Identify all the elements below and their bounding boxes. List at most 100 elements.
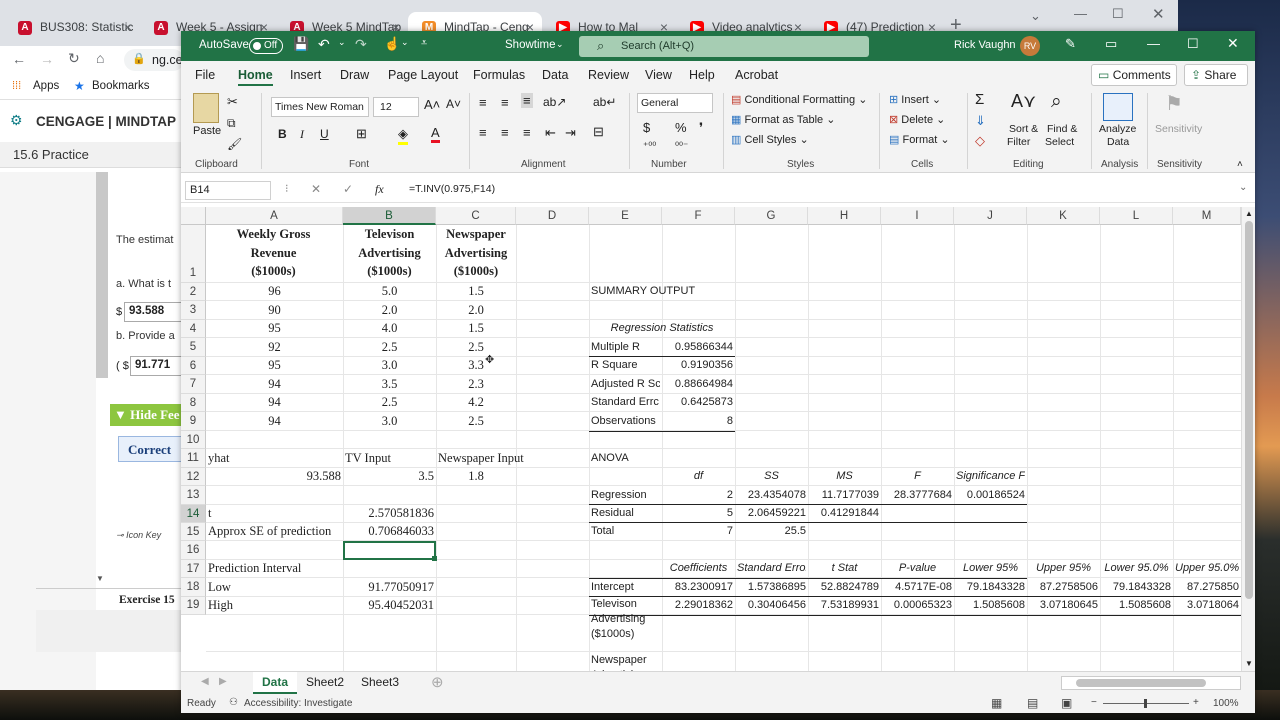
cell-a5[interactable]: 92: [208, 338, 341, 356]
increase-font-icon[interactable]: A˄: [424, 97, 440, 112]
cell-c4[interactable]: 1.5: [438, 319, 514, 337]
tab-draw[interactable]: Draw: [340, 68, 369, 82]
tab-formulas[interactable]: Formulas: [473, 68, 525, 82]
add-sheet-icon[interactable]: ⊕: [431, 673, 444, 691]
cell-a1[interactable]: Weekly Gross Revenue ($1000s): [206, 225, 341, 283]
column-header-k[interactable]: K: [1027, 207, 1100, 225]
row-header-8[interactable]: 8: [181, 394, 206, 412]
format-painter-icon[interactable]: 🖌: [227, 137, 242, 151]
cell-styles-button[interactable]: ▥ Cell Styles ⌄: [731, 133, 809, 146]
cell-a18[interactable]: Low: [208, 578, 341, 596]
reload-icon[interactable]: ↻: [68, 50, 80, 67]
cell-i12[interactable]: F: [883, 467, 952, 485]
cell-a17[interactable]: Prediction Interval: [208, 559, 348, 577]
minimize-icon[interactable]: —: [1074, 6, 1087, 21]
cell-f19[interactable]: 2.29018362: [664, 596, 733, 614]
cell-c9[interactable]: 2.5: [438, 412, 514, 430]
cell-k18[interactable]: 87.2758506: [1029, 578, 1098, 596]
pen-icon[interactable]: ✎: [1065, 36, 1076, 52]
row-header-13[interactable]: 13: [181, 486, 206, 505]
row-header-10[interactable]: 10: [181, 431, 206, 449]
column-header-j[interactable]: J: [954, 207, 1027, 225]
cell-b8[interactable]: 2.5: [345, 393, 434, 411]
cell-b14[interactable]: 2.570581836: [345, 504, 434, 522]
selected-cell-b14[interactable]: [343, 541, 436, 560]
cell-a4[interactable]: 95: [208, 319, 341, 337]
row-header-7[interactable]: 7: [181, 375, 206, 394]
align-bottom-icon[interactable]: ≡: [521, 93, 533, 108]
worksheet-grid[interactable]: ABCDEFGHIJKLM 1 2 3 4 5 6 7 8 9 10 11 12 13 14 15 16 17 1…: [181, 207, 1255, 671]
cell-f7[interactable]: 0.88664984: [664, 375, 733, 393]
page-break-icon[interactable]: ▣: [1061, 696, 1072, 710]
cell-b11[interactable]: TV Input: [345, 449, 434, 467]
tab-file[interactable]: File: [195, 68, 215, 82]
cell-g15[interactable]: 25.5: [737, 522, 806, 540]
cut-icon[interactable]: ✂: [227, 94, 238, 110]
cell-c8[interactable]: 4.2: [438, 393, 514, 411]
sort-filter-button[interactable]: Sort &: [1009, 123, 1038, 135]
cell-g19[interactable]: 0.30406456: [737, 596, 806, 614]
home-icon[interactable]: ⌂: [96, 50, 104, 66]
cell-b15[interactable]: 0.706846033: [345, 522, 434, 540]
insert-function-icon[interactable]: fx: [375, 182, 384, 197]
paste-button[interactable]: Paste: [193, 125, 221, 137]
column-header-e[interactable]: E: [589, 207, 662, 225]
cell-a15[interactable]: Approx SE of prediction: [208, 522, 348, 540]
comma-icon[interactable]: ❜: [699, 120, 703, 136]
cell-j18[interactable]: 79.1843328: [956, 578, 1025, 596]
cell-c1[interactable]: Newspaper Advertising ($1000s): [436, 225, 516, 283]
chevron-down-icon[interactable]: ⌄: [401, 37, 409, 48]
cell-g12[interactable]: SS: [737, 467, 806, 485]
cell-f8[interactable]: 0.6425873: [664, 393, 733, 411]
cell-e20[interactable]: NewspaperAdvertising: [591, 653, 661, 671]
zoom-out-icon[interactable]: −: [1091, 697, 1097, 708]
cancel-icon[interactable]: ✕: [311, 182, 321, 196]
cell-c2[interactable]: 1.5: [438, 282, 514, 300]
cell-e7[interactable]: Adjusted R Sc: [591, 375, 660, 393]
horizontal-scrollbar[interactable]: [1061, 676, 1241, 690]
cell-h13[interactable]: 11.7177039: [810, 486, 879, 504]
cell-e5[interactable]: Multiple R: [591, 338, 660, 356]
zoom-in-icon[interactable]: +: [1193, 697, 1199, 708]
cell-c6[interactable]: 3.3: [438, 356, 514, 374]
cell-i18[interactable]: 4.5717E-08: [883, 578, 952, 596]
column-header-d[interactable]: D: [516, 207, 589, 225]
row-header-1[interactable]: 1: [181, 225, 206, 283]
normal-view-icon[interactable]: ▦: [991, 696, 1002, 710]
underline-icon[interactable]: U: [320, 127, 329, 141]
scroll-down-icon[interactable]: ▼: [96, 574, 104, 583]
cell-j17[interactable]: Lower 95%: [956, 559, 1025, 577]
avatar[interactable]: RV: [1020, 36, 1040, 56]
copy-icon[interactable]: ⧉: [227, 116, 236, 131]
tab-view[interactable]: View: [645, 68, 672, 82]
close-window-icon[interactable]: ✕: [1152, 5, 1165, 23]
cell-m19[interactable]: 3.0718064: [1175, 596, 1239, 614]
formula-input[interactable]: =T.INV(0.975,F14): [409, 183, 495, 195]
column-header-g[interactable]: G: [735, 207, 808, 225]
borders-icon[interactable]: ⊞: [356, 126, 367, 142]
row-header-5[interactable]: 5: [181, 338, 206, 357]
cell-h18[interactable]: 52.8824789: [810, 578, 879, 596]
percent-icon[interactable]: %: [675, 120, 687, 135]
cell-f17[interactable]: Coefficients: [664, 559, 733, 577]
close-icon[interactable]: ×: [124, 19, 132, 35]
save-icon[interactable]: 💾: [293, 36, 309, 52]
cell-g18[interactable]: 1.57386895: [737, 578, 806, 596]
customize-qat-icon[interactable]: ⩡: [421, 37, 427, 50]
cell-g13[interactable]: 23.4354078: [737, 486, 806, 504]
column-header-b[interactable]: B: [343, 207, 436, 225]
prev-sheet-icon[interactable]: ◀: [201, 676, 209, 687]
cell-b12[interactable]: 3.5: [345, 467, 434, 485]
cell-g14[interactable]: 2.06459221: [737, 504, 806, 522]
row-header-18[interactable]: 18: [181, 578, 206, 597]
expand-formula-icon[interactable]: ⌄: [1239, 182, 1247, 193]
row-header-17[interactable]: 17: [181, 560, 206, 578]
cell-f14[interactable]: 5: [664, 504, 733, 522]
cell-b3[interactable]: 2.0: [345, 301, 434, 319]
cell-g17[interactable]: Standard Errol: [737, 559, 806, 577]
cell-e6[interactable]: R Square: [591, 356, 660, 374]
cell-b1[interactable]: Televison Advertising ($1000s): [343, 225, 436, 283]
name-box[interactable]: B14: [185, 181, 271, 200]
cell-l17[interactable]: Lower 95.0%: [1102, 559, 1171, 577]
cell-a2[interactable]: 96: [208, 282, 341, 300]
